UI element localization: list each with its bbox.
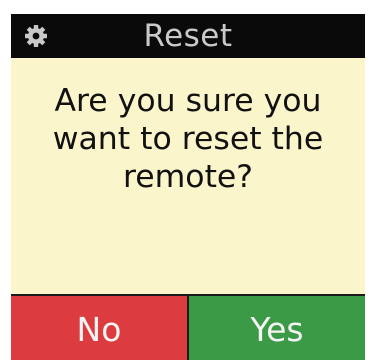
confirmation-message: Are you sure you want to reset the remot… — [52, 83, 324, 195]
no-button[interactable]: No — [11, 296, 189, 360]
page-title: Reset — [143, 18, 233, 54]
title-bar: Reset — [11, 14, 365, 58]
reset-dialog-screen: Reset Are you sure you want to reset the… — [11, 14, 365, 360]
button-bar: No Yes — [11, 294, 365, 360]
yes-button[interactable]: Yes — [189, 296, 365, 360]
